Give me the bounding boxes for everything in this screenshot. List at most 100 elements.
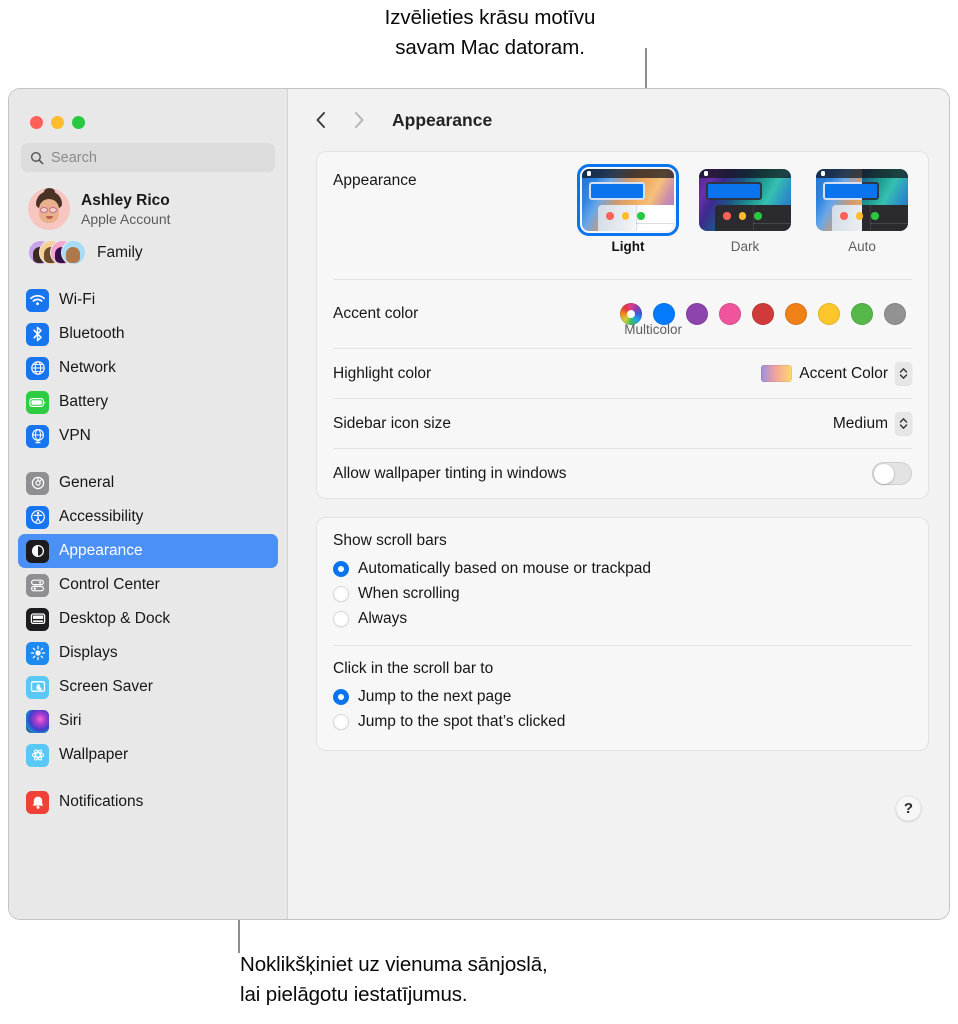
theme-chooser: Light — [582, 169, 912, 254]
bell-icon — [26, 791, 49, 814]
sidebar-item-label: General — [59, 474, 114, 492]
divider — [333, 645, 912, 646]
sidebar-item-wi-fi[interactable]: Wi-Fi — [18, 283, 278, 317]
sidebar-item-wallpaper[interactable]: Wallpaper — [18, 738, 278, 772]
screenshot-root: Izvēlieties krāsu motīvu savam Mac dator… — [0, 0, 958, 1024]
search-placeholder: Search — [51, 150, 97, 166]
sidebar: Search Ashley Rico Apple Account — [9, 89, 288, 919]
sidebar-item-vpn[interactable]: VPN — [18, 419, 278, 453]
theme-option-light[interactable]: Light — [582, 169, 674, 254]
callout-caption-top: Izvēlieties krāsu motīvu savam Mac dator… — [330, 3, 650, 63]
search-input[interactable]: Search — [21, 143, 275, 172]
family-avatars — [28, 239, 86, 267]
forward-button[interactable] — [348, 109, 370, 131]
minimize-button[interactable] — [51, 116, 64, 129]
highlight-color-row: Highlight color Accent Color — [317, 349, 928, 398]
back-button[interactable] — [310, 109, 332, 131]
sidebar-item-battery[interactable]: Battery — [18, 385, 278, 419]
sidebar-item-accessibility[interactable]: Accessibility — [18, 500, 278, 534]
sidebar-item-label: Desktop & Dock — [59, 610, 170, 628]
page-title: Appearance — [392, 110, 492, 131]
sidebar-item-label: Bluetooth — [59, 325, 125, 343]
radio-button[interactable] — [333, 714, 349, 730]
sidebar-item-label: Screen Saver — [59, 678, 153, 696]
sidebar-item-label: Displays — [59, 644, 118, 662]
wallpaper-icon — [26, 744, 49, 767]
sidebar-item-family[interactable]: Family — [9, 230, 287, 267]
theme-thumbnail-light — [582, 169, 674, 231]
sidebar-item-bluetooth[interactable]: Bluetooth — [18, 317, 278, 351]
highlight-color-swatch — [761, 365, 792, 382]
chevron-updown-icon — [895, 362, 912, 385]
highlight-color-popup[interactable]: Accent Color — [761, 362, 912, 385]
scroll-click-option-next-page[interactable]: Jump to the next page — [317, 684, 928, 709]
appearance-card: Appearance — [316, 151, 929, 499]
accent-swatch-pink[interactable] — [719, 303, 741, 325]
sidebar-icon-size-label: Sidebar icon size — [333, 415, 451, 433]
theme-option-auto[interactable]: Auto — [816, 169, 908, 254]
accent-swatch-yellow[interactable] — [818, 303, 840, 325]
accent-swatch-orange[interactable] — [785, 303, 807, 325]
theme-thumbnail-dark — [699, 169, 791, 231]
radio-button[interactable] — [333, 611, 349, 627]
accessibility-icon — [26, 506, 49, 529]
screen-saver-icon — [26, 676, 49, 699]
sidebar-item-screen-saver[interactable]: Screen Saver — [18, 670, 278, 704]
accent-selected-name: Multicolor — [624, 322, 682, 337]
scroll-bars-option-always[interactable]: Always — [317, 606, 928, 631]
theme-label: Light — [612, 239, 645, 254]
accent-swatch-graphite[interactable] — [884, 303, 906, 325]
radio-label: When scrolling — [358, 585, 460, 603]
sidebar-item-control-center[interactable]: Control Center — [18, 568, 278, 602]
theme-option-dark[interactable]: Dark — [699, 169, 791, 254]
sidebar-icon-size-popup[interactable]: Medium — [833, 412, 912, 435]
sidebar-item-notifications[interactable]: Notifications — [18, 785, 278, 819]
search-icon — [30, 151, 44, 165]
bluetooth-icon — [26, 323, 49, 346]
appearance-icon — [26, 540, 49, 563]
accent-swatch-purple[interactable] — [686, 303, 708, 325]
content-pane: Appearance Appearance — [288, 89, 949, 919]
sidebar-item-general[interactable]: General — [18, 466, 278, 500]
accent-swatch-green[interactable] — [851, 303, 873, 325]
close-button[interactable] — [30, 116, 43, 129]
sidebar-group-connectivity: Wi-Fi Bluetooth — [9, 267, 287, 453]
radio-button[interactable] — [333, 689, 349, 705]
chevron-updown-icon — [895, 412, 912, 435]
sidebar-item-label: Accessibility — [59, 508, 143, 526]
scroll-click-title: Click in the scroll bar to — [317, 660, 928, 678]
sidebar-item-appearance[interactable]: Appearance — [18, 534, 278, 568]
battery-icon — [26, 391, 49, 414]
control-center-icon — [26, 574, 49, 597]
accent-swatch-red[interactable] — [752, 303, 774, 325]
sidebar-item-displays[interactable]: Displays — [18, 636, 278, 670]
sidebar-item-label: Network — [59, 359, 116, 377]
sidebar-item-siri[interactable]: Siri — [18, 704, 278, 738]
sidebar-group-notifications: Notifications — [9, 785, 287, 819]
sidebar-icon-size-value: Medium — [833, 415, 888, 433]
radio-button[interactable] — [333, 561, 349, 577]
scroll-bars-option-when-scrolling[interactable]: When scrolling — [317, 581, 928, 606]
zoom-button[interactable] — [72, 116, 85, 129]
desktop-dock-icon — [26, 608, 49, 631]
toggle-knob — [874, 464, 894, 484]
help-button[interactable]: ? — [896, 796, 921, 821]
sidebar-item-apple-account[interactable]: Ashley Rico Apple Account — [9, 172, 287, 230]
siri-icon — [26, 710, 49, 733]
account-subtitle: Apple Account — [81, 211, 171, 227]
radio-button[interactable] — [333, 586, 349, 602]
scroll-bars-card: Show scroll bars Automatically based on … — [316, 517, 929, 751]
sidebar-item-desktop-dock[interactable]: Desktop & Dock — [18, 602, 278, 636]
account-name: Ashley Rico — [81, 192, 171, 210]
window-controls — [9, 89, 287, 129]
sidebar-icon-size-row: Sidebar icon size Medium — [317, 399, 928, 448]
sidebar-group-system: General Accessibility — [9, 466, 287, 772]
scroll-click-option-spot-clicked[interactable]: Jump to the spot that’s clicked — [317, 709, 928, 734]
sidebar-item-network[interactable]: Network — [18, 351, 278, 385]
wallpaper-tinting-toggle[interactable] — [872, 462, 912, 485]
highlight-color-label: Highlight color — [333, 365, 431, 383]
scroll-bars-option-automatic[interactable]: Automatically based on mouse or trackpad — [317, 556, 928, 581]
theme-label: Auto — [848, 239, 876, 254]
sidebar-item-label: Appearance — [59, 542, 143, 560]
appearance-row: Appearance — [317, 152, 928, 279]
